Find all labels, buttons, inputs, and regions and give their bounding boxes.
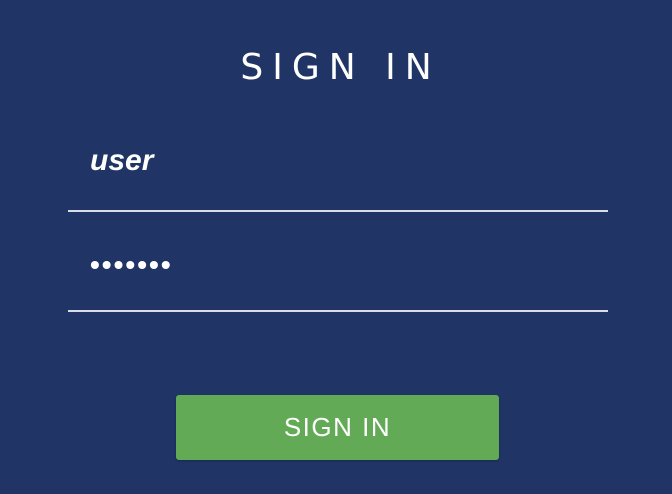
username-field[interactable] [68,146,608,212]
login-panel: SIGN IN SIGN IN [0,0,672,494]
password-input[interactable] [90,250,590,280]
sign-in-button[interactable]: SIGN IN [176,395,499,460]
form-title: SIGN IN [240,47,441,88]
password-field[interactable] [68,246,608,312]
username-input[interactable] [90,146,590,176]
